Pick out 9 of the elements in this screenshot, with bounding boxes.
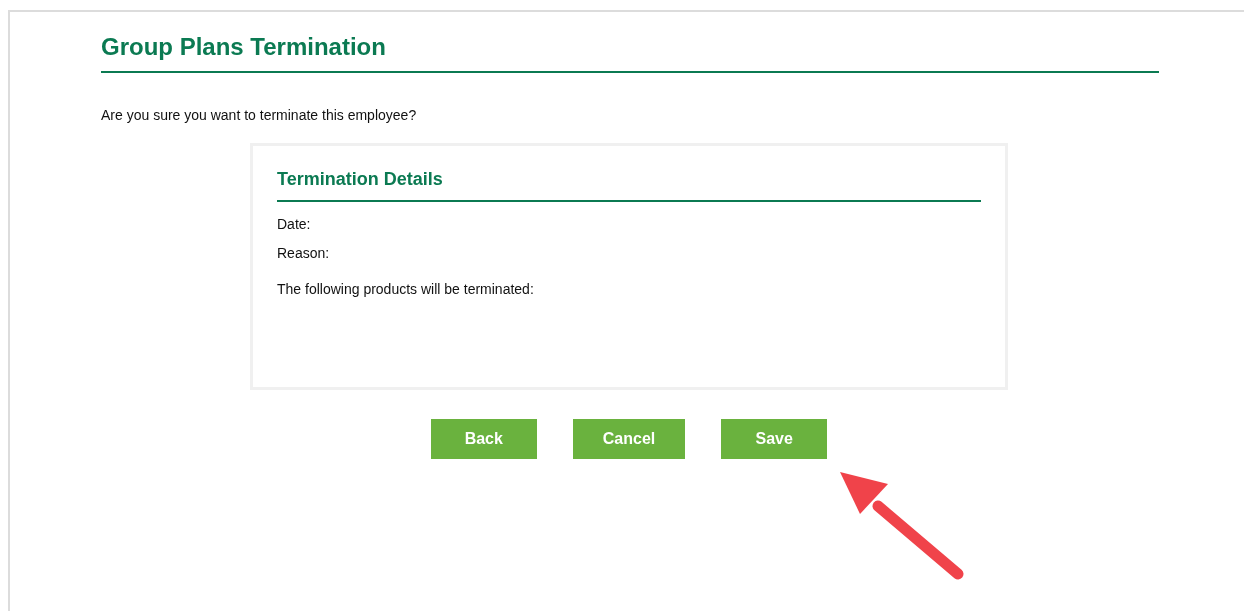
field-label: Date: [277, 216, 312, 232]
action-button[interactable]: Back [430, 419, 537, 459]
confirmation-question: Are you sure you want to terminate this employee? [101, 107, 418, 123]
products-note: The following products will be terminated: [277, 281, 535, 297]
field-label: Reason: [277, 245, 331, 261]
action-button[interactable]: Save [721, 419, 828, 459]
action-button[interactable]: Cancel [572, 419, 686, 459]
page-title: Group Plans Termination [101, 32, 387, 62]
card-title: Termination Details [277, 168, 444, 191]
